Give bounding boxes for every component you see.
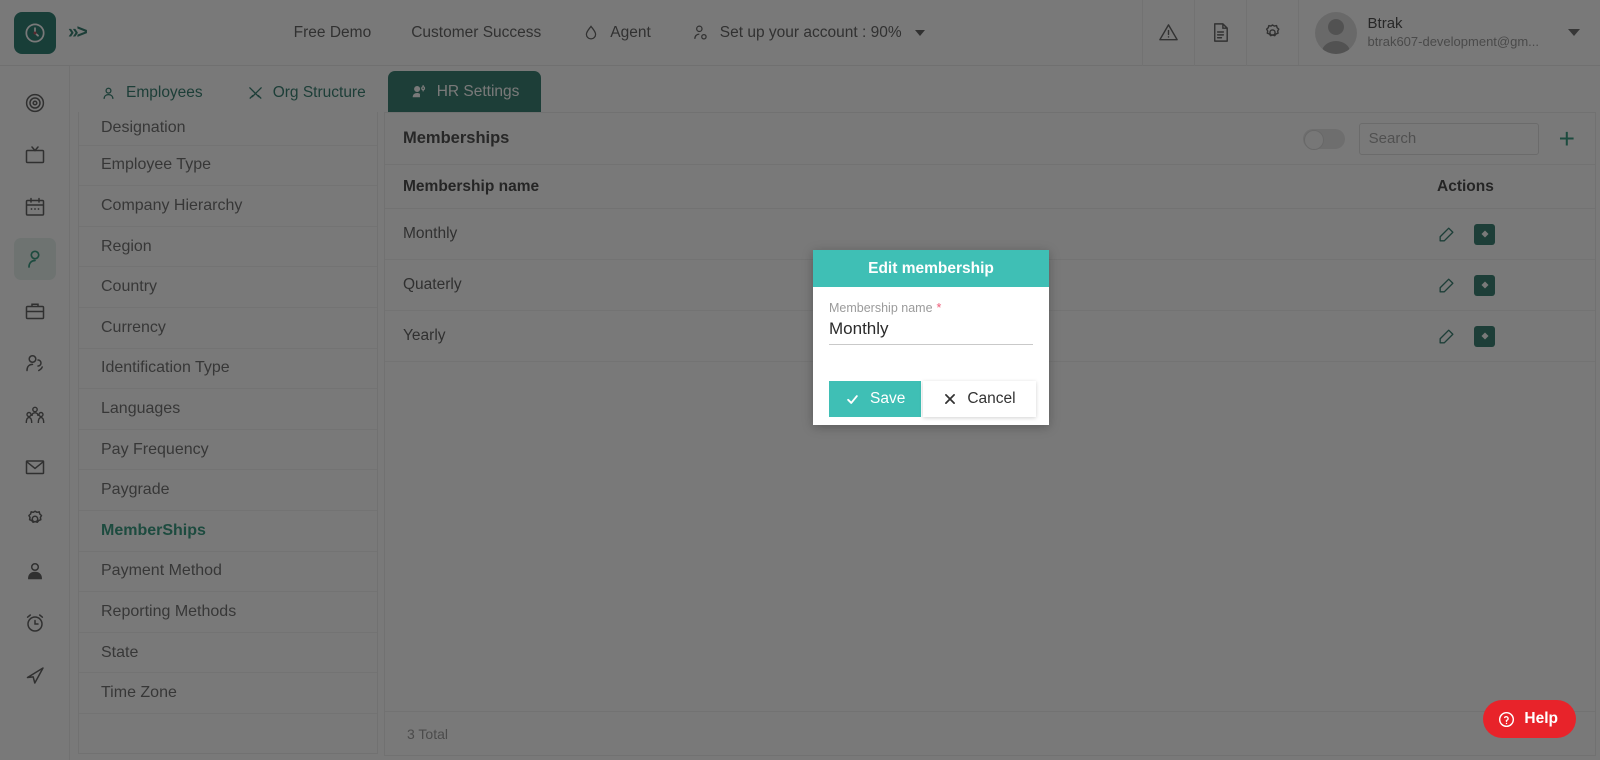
- help-button[interactable]: Help: [1483, 700, 1576, 738]
- question-circle-icon: [1497, 710, 1516, 729]
- field-label-text: Membership name: [829, 301, 933, 315]
- help-label: Help: [1524, 710, 1558, 727]
- save-label: Save: [870, 390, 906, 407]
- cancel-button[interactable]: Cancel: [923, 381, 1036, 417]
- check-icon: [845, 392, 860, 407]
- membership-name-field[interactable]: Monthly: [829, 315, 1033, 345]
- membership-name-label: Membership name *: [829, 301, 1033, 315]
- save-button[interactable]: Save: [829, 381, 922, 417]
- modal-title: Edit membership: [868, 259, 994, 277]
- close-x-icon: [943, 392, 957, 406]
- modal-title-bar: Edit membership: [813, 250, 1049, 287]
- required-asterisk: *: [936, 301, 942, 315]
- modal-actions: Save Cancel: [813, 381, 1049, 425]
- modal-body: Membership name * Monthly: [813, 287, 1049, 345]
- cancel-label: Cancel: [967, 390, 1016, 407]
- modal-overlay[interactable]: [0, 0, 1600, 760]
- edit-membership-modal: Edit membership Membership name * Monthly…: [813, 250, 1049, 425]
